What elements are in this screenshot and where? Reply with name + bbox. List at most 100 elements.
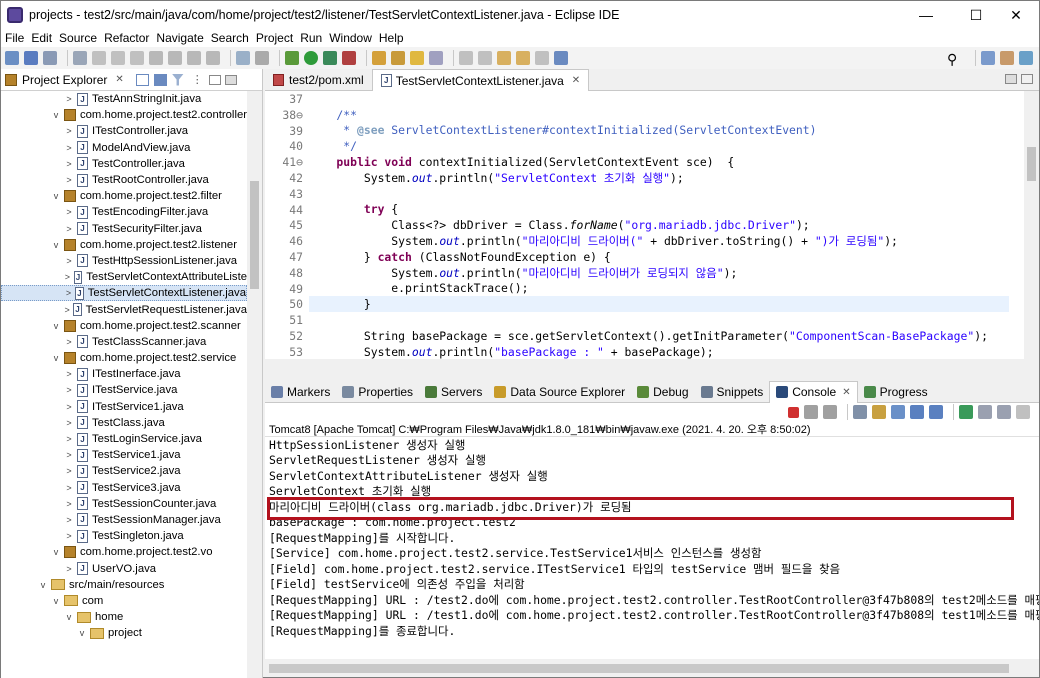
open-task-icon[interactable] <box>391 51 405 65</box>
collapsed-chevron-icon[interactable]: > <box>63 418 75 428</box>
external-tools-icon[interactable] <box>342 51 356 65</box>
tree-item[interactable]: > J TestClassScanner.java <box>1 334 247 350</box>
tab-progress[interactable]: Progress <box>858 381 934 403</box>
tree-item[interactable]: v com <box>1 593 247 609</box>
skip-breakpoints-icon[interactable] <box>73 51 87 65</box>
pin-console-icon[interactable] <box>959 405 973 419</box>
view-menu-icon[interactable]: ⋮ <box>192 73 203 86</box>
debug-icon[interactable] <box>285 51 299 65</box>
collapsed-chevron-icon[interactable]: > <box>63 515 75 525</box>
tree-item[interactable]: > J TestEncodingFilter.java <box>1 204 247 220</box>
suspend-icon[interactable] <box>111 51 125 65</box>
project-explorer-scrollbar[interactable] <box>247 91 262 678</box>
tree-item[interactable]: v project <box>1 625 247 641</box>
maximize-view-icon[interactable] <box>224 74 237 85</box>
menu-refactor[interactable]: Refactor <box>104 31 149 45</box>
close-view-icon[interactable]: ✕ <box>115 74 123 85</box>
expanded-chevron-icon[interactable]: v <box>50 321 62 331</box>
menu-source[interactable]: Source <box>59 31 97 45</box>
tab-properties[interactable]: Properties <box>336 381 419 403</box>
search-icon[interactable]: ⚲ <box>947 51 965 67</box>
console-horizontal-scrollbar[interactable] <box>265 661 1039 677</box>
tree-item[interactable]: > J ITestService.java <box>1 382 247 398</box>
tree-item[interactable]: > J ModelAndView.java <box>1 140 247 156</box>
tree-item[interactable]: > J TestLoginService.java <box>1 431 247 447</box>
menu-help[interactable]: Help <box>379 31 404 45</box>
close-tab-icon[interactable]: ✕ <box>572 75 580 86</box>
java-editor[interactable]: 37 38⊖ 39 40 41⊖ 42 43 44 45 46 47 48 49 50 51 52 53 /**… <box>265 91 1039 359</box>
tab-snippets[interactable]: Snippets <box>695 381 770 403</box>
collapsed-chevron-icon[interactable]: > <box>63 531 75 541</box>
collapse-all-icon[interactable] <box>135 73 149 86</box>
collapsed-chevron-icon[interactable]: > <box>63 175 75 185</box>
tree-item[interactable]: v com.home.project.test2.filter <box>1 188 247 204</box>
expanded-chevron-icon[interactable]: v <box>50 110 62 120</box>
tree-item[interactable]: > J TestAnnStringInit.java <box>1 91 247 107</box>
tree-item[interactable]: > J TestServletContextAttributeListe <box>1 269 247 285</box>
terminate-icon[interactable] <box>130 51 144 65</box>
expanded-chevron-icon[interactable]: v <box>50 191 62 201</box>
expanded-chevron-icon[interactable]: v <box>50 240 62 250</box>
tree-item[interactable]: > J TestSecurityFilter.java <box>1 221 247 237</box>
console-output[interactable]: HttpSessionListener 생성자 실행 ServletRequest… <box>265 437 1039 659</box>
code-area[interactable]: /** * @see ServletContextListener#contex… <box>309 91 1009 359</box>
remove-launch-icon[interactable] <box>804 405 818 419</box>
tab-testservletcontextlistener[interactable]: J TestServletContextListener.java ✕ <box>371 69 590 91</box>
tree-item[interactable]: > J TestServletRequestListener.java <box>1 301 247 317</box>
tree-item[interactable]: v com.home.project.test2.controller <box>1 107 247 123</box>
collapsed-chevron-icon[interactable]: > <box>63 256 75 266</box>
tree-item[interactable]: v com.home.project.test2.listener <box>1 237 247 253</box>
collapsed-chevron-icon[interactable]: > <box>63 450 75 460</box>
coverage-icon[interactable] <box>323 51 337 65</box>
collapsed-chevron-icon[interactable]: > <box>63 305 71 315</box>
debug-perspective-icon[interactable] <box>1019 51 1033 65</box>
tree-item[interactable]: > J UserVO.java <box>1 560 247 576</box>
step-over-icon[interactable] <box>187 51 201 65</box>
tree-item[interactable]: v home <box>1 609 247 625</box>
collapsed-chevron-icon[interactable]: > <box>63 499 75 509</box>
maximize-editor-icon[interactable] <box>1005 74 1017 84</box>
expanded-chevron-icon[interactable]: v <box>76 628 88 638</box>
collapsed-chevron-icon[interactable]: > <box>63 337 75 347</box>
collapsed-chevron-icon[interactable]: > <box>63 159 75 169</box>
save-icon[interactable] <box>24 51 38 65</box>
toggle-comment-icon[interactable] <box>236 51 250 65</box>
tree-item[interactable]: > J TestSingleton.java <box>1 528 247 544</box>
word-wrap-icon[interactable] <box>891 405 905 419</box>
collapsed-chevron-icon[interactable]: > <box>63 143 75 153</box>
tree-item[interactable]: > J TestClass.java <box>1 415 247 431</box>
tree-item[interactable]: > J TestSessionManager.java <box>1 512 247 528</box>
menu-search[interactable]: Search <box>211 31 249 45</box>
open-console-icon[interactable] <box>997 405 1011 419</box>
tab-servers[interactable]: Servers <box>419 381 488 403</box>
back-icon[interactable] <box>497 51 511 65</box>
open-perspective-icon[interactable] <box>981 51 995 65</box>
expanded-chevron-icon[interactable]: v <box>37 580 49 590</box>
collapsed-chevron-icon[interactable]: > <box>63 466 75 476</box>
back-dropdown-icon[interactable] <box>516 51 530 65</box>
forward-icon[interactable] <box>535 51 549 65</box>
expanded-chevron-icon[interactable]: v <box>50 596 62 606</box>
java-ee-perspective-icon[interactable] <box>1000 51 1014 65</box>
run-icon[interactable] <box>304 51 318 65</box>
tree-item[interactable]: v com.home.project.test2.scanner <box>1 318 247 334</box>
tree-item[interactable]: > J TestSessionCounter.java <box>1 496 247 512</box>
minimize-view-icon[interactable] <box>208 74 221 85</box>
menu-edit[interactable]: Edit <box>31 31 52 45</box>
last-edit-icon[interactable] <box>429 51 443 65</box>
close-tab-icon[interactable]: ✕ <box>842 387 850 398</box>
collapsed-chevron-icon[interactable]: > <box>63 385 75 395</box>
clear-console-icon[interactable] <box>853 405 867 419</box>
link-with-editor-icon[interactable] <box>153 73 167 86</box>
collapsed-chevron-icon[interactable]: > <box>63 483 75 493</box>
minimize-editor-icon[interactable] <box>1021 74 1033 84</box>
new-icon[interactable] <box>5 51 19 65</box>
tree-item[interactable]: > J TestService3.java <box>1 480 247 496</box>
minimize-button[interactable]: — <box>903 1 949 29</box>
scroll-lock-icon[interactable] <box>872 405 886 419</box>
expanded-chevron-icon[interactable]: v <box>63 612 75 622</box>
menu-window[interactable]: Window <box>329 31 372 45</box>
step-return-icon[interactable] <box>206 51 220 65</box>
prev-annotation-icon[interactable] <box>478 51 492 65</box>
terminate-console-icon[interactable] <box>788 406 799 418</box>
